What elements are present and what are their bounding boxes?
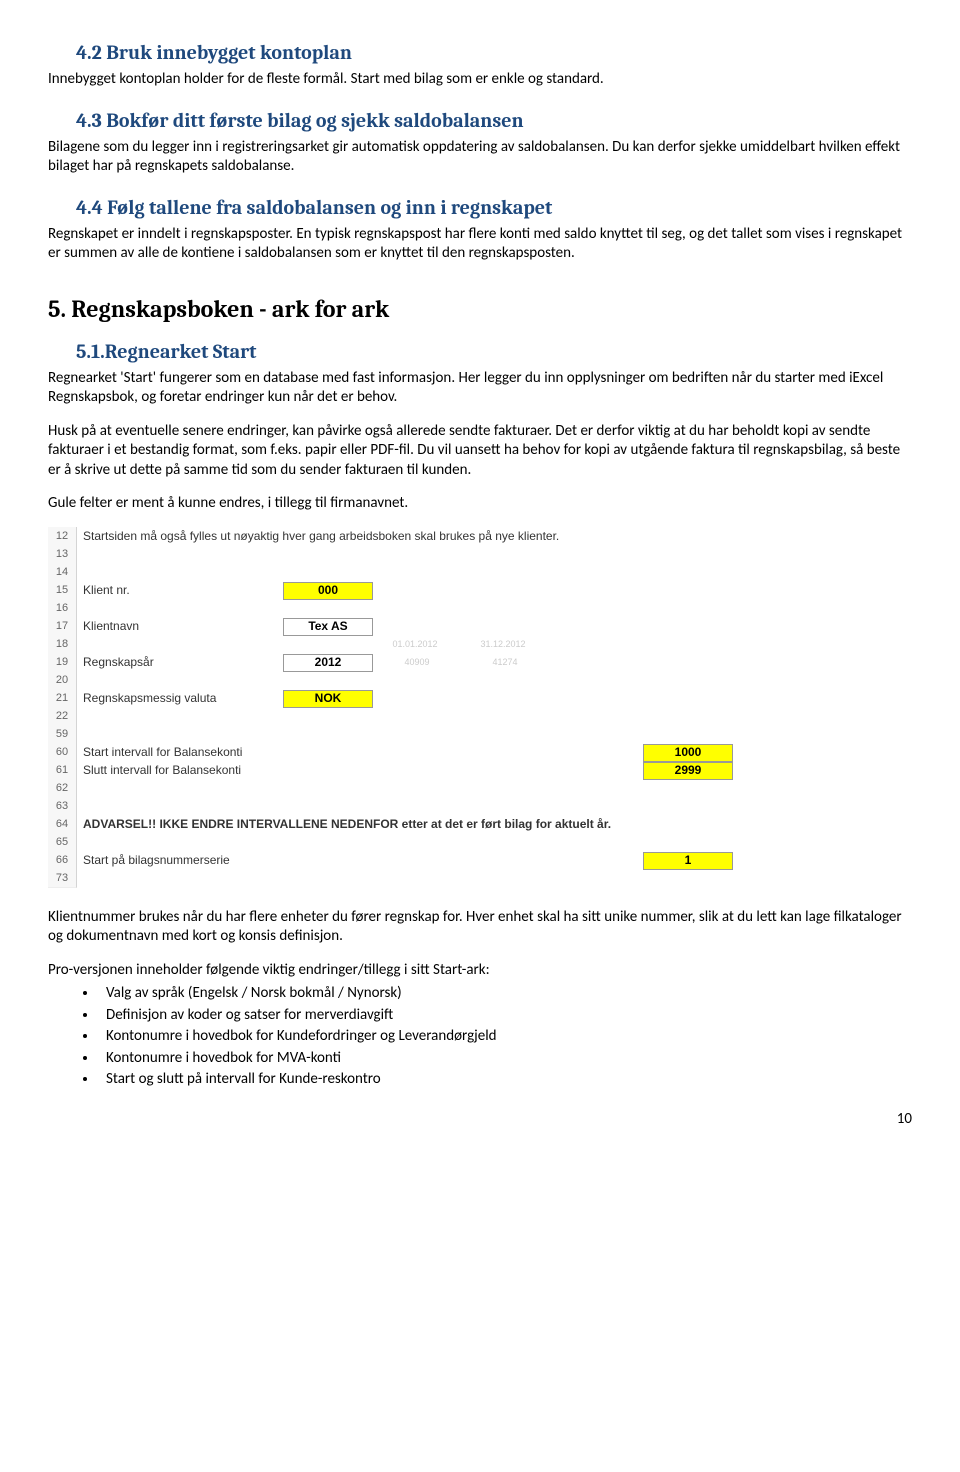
heading-5: 5. Regnskapsboken - ark for ark (48, 294, 912, 325)
field-slutt-intervall[interactable]: 2999 (643, 762, 733, 780)
para-5-1-b: Husk på at eventuelle senere endringer, … (48, 422, 912, 481)
excel-screenshot: 12Startsiden må også fylles ut nøyaktig … (48, 528, 912, 888)
faint-date-1: 01.01.2012 (371, 639, 459, 651)
row-num: 14 (48, 563, 77, 582)
label-regnskapsaar: Regnskapsår (77, 655, 283, 671)
row-num: 22 (48, 707, 77, 726)
para-4-4: Regnskapet er inndelt i regnskapsposter.… (48, 225, 912, 264)
row-num: 65 (48, 833, 77, 852)
para-5-1-d: Klientnummer brukes når du har flere enh… (48, 908, 912, 947)
label-slutt-intervall: Slutt intervall for Balansekonti (77, 763, 283, 779)
excel-warning: ADVARSEL!! IKKE ENDRE INTERVALLENE NEDEN… (77, 817, 611, 833)
field-regnskapsaar[interactable]: 2012 (283, 654, 373, 672)
faint-num-2: 41274 (461, 657, 549, 669)
field-klient-nr[interactable]: 000 (283, 582, 373, 600)
field-klientnavn[interactable]: Tex AS (283, 618, 373, 636)
heading-4-3: 4.3 Bokfør ditt første bilag og sjekk sa… (76, 108, 912, 134)
label-klient-nr: Klient nr. (77, 583, 283, 599)
row-num: 18 (48, 635, 77, 654)
list-item: Kontonumre i hovedbok for MVA-konti (98, 1049, 912, 1069)
faint-date-2: 31.12.2012 (459, 639, 547, 651)
para-4-2: Innebygget kontoplan holder for de flest… (48, 70, 912, 90)
para-5-1-a: Regnearket 'Start' fungerer som en datab… (48, 369, 912, 408)
row-num: 64 (48, 815, 77, 834)
list-item: Definisjon av koder og satser for merver… (98, 1006, 912, 1026)
faint-num-1: 40909 (373, 657, 461, 669)
field-bilagsnummer[interactable]: 1 (643, 852, 733, 870)
row-num: 21 (48, 689, 77, 708)
list-item: Start og slutt på intervall for Kunde-re… (98, 1070, 912, 1090)
row-num: 15 (48, 581, 77, 600)
row-num: 12 (48, 527, 77, 546)
row-num: 20 (48, 671, 77, 690)
label-start-intervall: Start intervall for Balansekonti (77, 745, 283, 761)
row-num: 16 (48, 599, 77, 618)
row-num: 61 (48, 761, 77, 780)
field-start-intervall[interactable]: 1000 (643, 744, 733, 762)
row-num: 17 (48, 617, 77, 636)
label-klientnavn: Klientnavn (77, 619, 283, 635)
row-num: 13 (48, 545, 77, 564)
heading-4-2: 4.2 Bruk innebygget kontoplan (76, 40, 912, 66)
page-number: 10 (48, 1110, 912, 1130)
row-num: 63 (48, 797, 77, 816)
para-5-1-e: Pro-versjonen inneholder følgende viktig… (48, 961, 912, 981)
row-num: 73 (48, 869, 77, 888)
row-num: 60 (48, 743, 77, 762)
excel-note: Startsiden må også fylles ut nøyaktig hv… (77, 529, 559, 545)
label-valuta: Regnskapsmessig valuta (77, 691, 283, 707)
field-valuta[interactable]: NOK (283, 690, 373, 708)
row-num: 59 (48, 725, 77, 744)
pro-bullet-list: Valg av språk (Engelsk / Norsk bokmål / … (98, 984, 912, 1090)
para-4-3: Bilagene som du legger inn i registrerin… (48, 138, 912, 177)
list-item: Kontonumre i hovedbok for Kundefordringe… (98, 1027, 912, 1047)
label-bilagsnummer: Start på bilagsnummerserie (77, 853, 283, 869)
para-5-1-c: Gule felter er ment å kunne endres, i ti… (48, 494, 912, 514)
row-num: 19 (48, 653, 77, 672)
heading-4-4: 4.4 Følg tallene fra saldobalansen og in… (76, 195, 912, 221)
heading-5-1: 5.1.Regnearket Start (76, 339, 912, 365)
list-item: Valg av språk (Engelsk / Norsk bokmål / … (98, 984, 912, 1004)
row-num: 62 (48, 779, 77, 798)
row-num: 66 (48, 851, 77, 870)
